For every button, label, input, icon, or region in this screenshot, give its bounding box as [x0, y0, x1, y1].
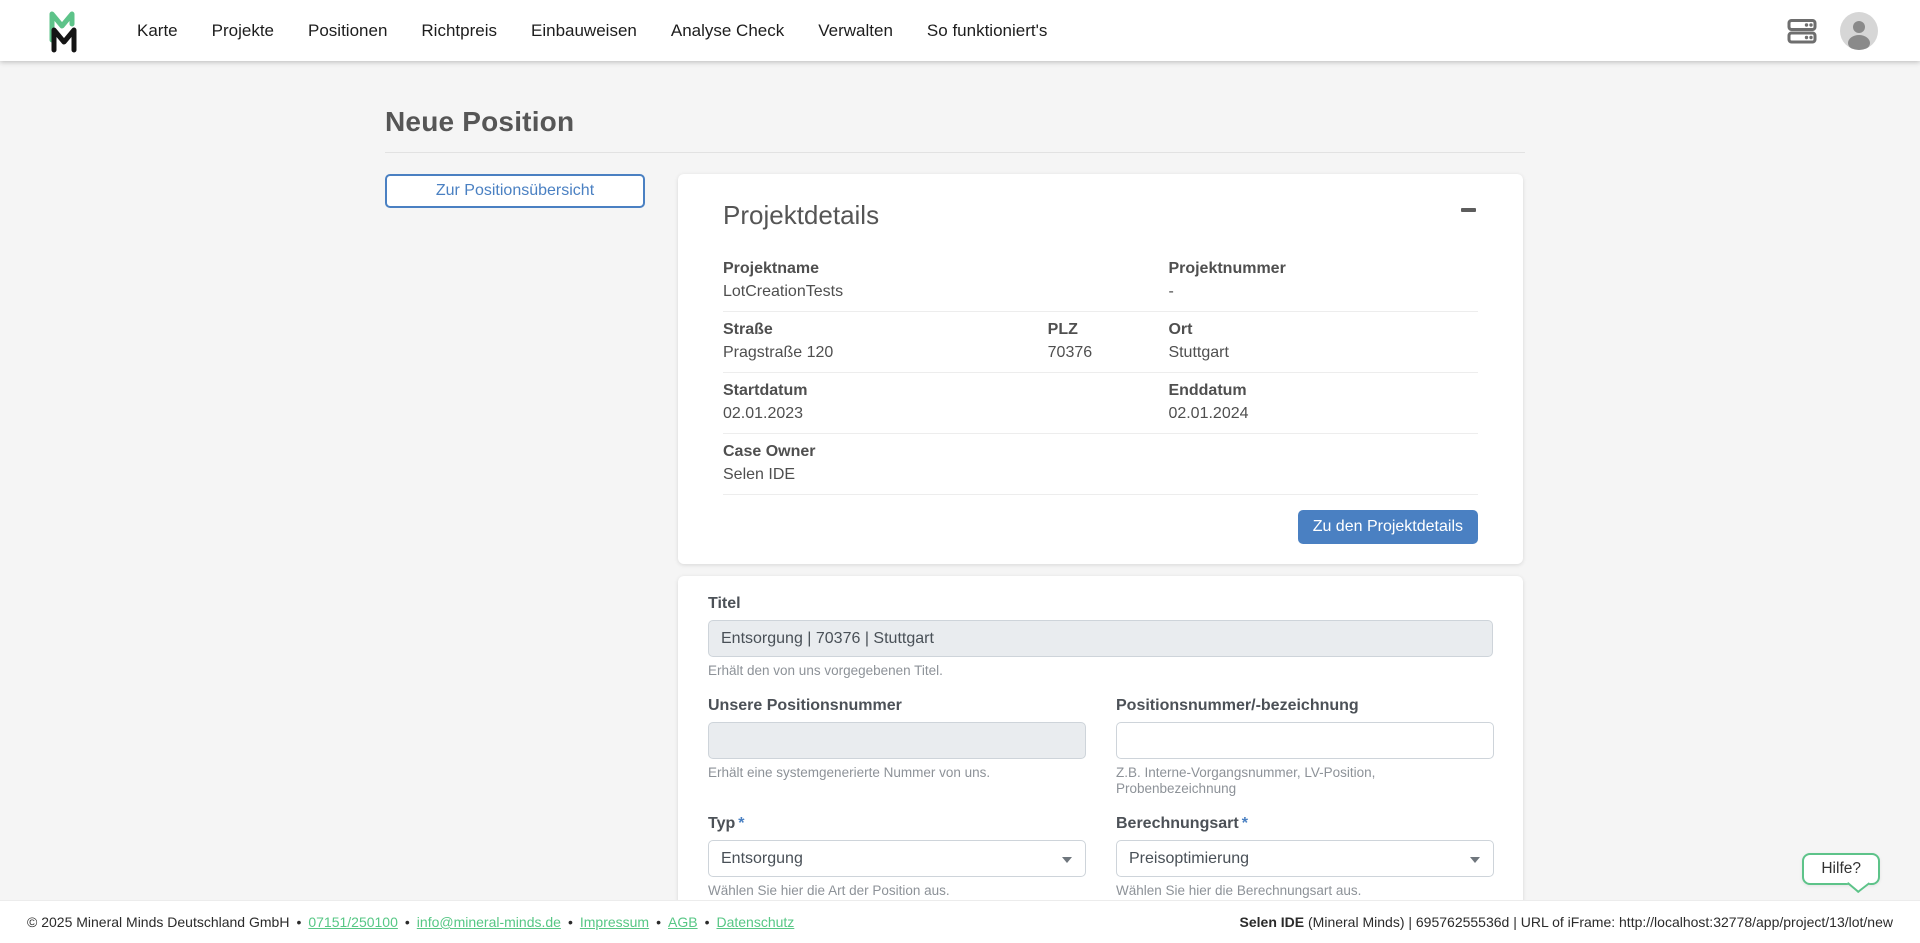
our-position-number-help-text: Erhält eine systemgenerierte Nummer von …	[708, 765, 1086, 781]
nav-item-analyse-check[interactable]: Analyse Check	[654, 15, 801, 47]
table-row: Projektname LotCreationTests Projektnumm…	[723, 251, 1478, 312]
required-asterisk: *	[1242, 815, 1248, 832]
titel-label: Titel	[708, 594, 1493, 614]
table-row: Startdatum 02.01.2023 Enddatum 02.01.202…	[723, 373, 1478, 434]
typ-group: Typ* Entsorgung Wählen Sie hier die Art …	[708, 814, 1086, 899]
table-row: Case Owner Selen IDE	[723, 434, 1478, 495]
footer-company-info: © 2025 Mineral Minds Deutschland GmbH071…	[27, 914, 794, 930]
nav-item-so-funktionierts[interactable]: So funktioniert's	[910, 15, 1064, 47]
nav-item-positionen[interactable]: Positionen	[291, 15, 404, 47]
projektname-label: Projektname	[723, 259, 1168, 279]
enddatum-label: Enddatum	[1168, 381, 1478, 401]
footer-email-link[interactable]: info@mineral-minds.de	[398, 914, 561, 930]
mineral-minds-logo-icon[interactable]	[38, 8, 84, 54]
our-position-number-input	[708, 722, 1086, 759]
footer-session-info: Selen IDE (Mineral Minds) | 69576255536d…	[1240, 914, 1893, 930]
nav-item-richtpreis[interactable]: Richtpreis	[404, 15, 514, 47]
main-nav: Karte Projekte Positionen Richtpreis Ein…	[120, 15, 1064, 47]
titel-help-text: Erhält den von uns vorgegebenen Titel.	[708, 663, 1493, 679]
nav-item-verwalten[interactable]: Verwalten	[801, 15, 910, 47]
copyright-text: © 2025 Mineral Minds Deutschland GmbH	[27, 914, 289, 930]
footer-agb-link[interactable]: AGB	[649, 914, 697, 930]
to-project-details-button[interactable]: Zu den Projektdetails	[1298, 510, 1478, 544]
plz-label: PLZ	[1048, 320, 1169, 340]
berechnungsart-group: Berechnungsart* Preisoptimierung Wählen …	[1116, 814, 1494, 899]
session-user: Selen IDE	[1240, 914, 1305, 930]
navbar-actions	[1786, 12, 1878, 50]
position-number-label: Positionsnummer/-bezeichnung	[1116, 696, 1494, 716]
nav-item-einbauweisen[interactable]: Einbauweisen	[514, 15, 654, 47]
project-details-table: Projektname LotCreationTests Projektnumm…	[723, 251, 1478, 495]
enddatum-value: 02.01.2024	[1168, 404, 1478, 424]
user-avatar-icon[interactable]	[1840, 12, 1878, 50]
help-button[interactable]: Hilfe?	[1802, 853, 1880, 885]
typ-select-value: Entsorgung	[721, 850, 803, 867]
berechnungsart-label: Berechnungsart*	[1116, 814, 1494, 834]
footer-datenschutz-link[interactable]: Datenschutz	[698, 914, 795, 930]
project-card-title: Projektdetails	[723, 200, 879, 231]
projektnummer-value: -	[1168, 282, 1478, 302]
footer-impressum-link[interactable]: Impressum	[561, 914, 649, 930]
project-details-card: Projektdetails Projektname LotCreationTe…	[678, 174, 1523, 564]
footer: © 2025 Mineral Minds Deutschland GmbH071…	[0, 900, 1920, 943]
table-row: Straße Pragstraße 120 PLZ 70376 Ort Stut…	[723, 312, 1478, 373]
side-column: Zur Positionsübersicht	[385, 174, 645, 208]
position-number-group: Positionsnummer/-bezeichnung Z.B. Intern…	[1116, 696, 1494, 797]
projektname-value: LotCreationTests	[723, 282, 1168, 302]
projektnummer-label: Projektnummer	[1168, 259, 1478, 279]
startdatum-value: 02.01.2023	[723, 404, 1168, 424]
titel-group: Titel Erhält den von uns vorgegebenen Ti…	[708, 594, 1493, 679]
ort-label: Ort	[1168, 320, 1478, 340]
ort-value: Stuttgart	[1168, 343, 1478, 363]
berechnungsart-select-value: Preisoptimierung	[1129, 850, 1249, 867]
cards-column: Projektdetails Projektname LotCreationTe…	[678, 174, 1523, 943]
berechnungsart-help-text: Wählen Sie hier die Berechnungsart aus.	[1116, 883, 1494, 899]
page-title: Neue Position	[385, 106, 1525, 138]
top-navbar: Karte Projekte Positionen Richtpreis Ein…	[0, 0, 1920, 61]
plz-value: 70376	[1048, 343, 1169, 363]
case-owner-value: Selen IDE	[723, 465, 1168, 485]
position-number-help-text: Z.B. Interne-Vorgangsnummer, LV-Position…	[1116, 765, 1494, 797]
our-position-number-group: Unsere Positionsnummer Erhält eine syste…	[708, 696, 1086, 797]
required-asterisk: *	[738, 815, 744, 832]
position-overview-button[interactable]: Zur Positionsübersicht	[385, 174, 645, 208]
berechnungsart-select[interactable]: Preisoptimierung	[1116, 840, 1494, 877]
footer-phone-link[interactable]: 07151/250100	[289, 914, 397, 930]
nav-item-projekte[interactable]: Projekte	[195, 15, 291, 47]
minus-icon	[1461, 208, 1476, 212]
typ-label: Typ*	[708, 814, 1086, 834]
collapse-card-button[interactable]	[1459, 200, 1478, 220]
session-details: (Mineral Minds) | 69576255536d | URL of …	[1304, 914, 1893, 930]
startdatum-label: Startdatum	[723, 381, 1168, 401]
our-position-number-label: Unsere Positionsnummer	[708, 696, 1086, 716]
chevron-down-icon	[1062, 857, 1072, 863]
typ-help-text: Wählen Sie hier die Art der Position aus…	[708, 883, 1086, 899]
case-owner-label: Case Owner	[723, 442, 1168, 462]
main-content: Neue Position Zur Positionsübersicht Pro…	[0, 61, 1525, 943]
strasse-label: Straße	[723, 320, 1048, 340]
typ-select[interactable]: Entsorgung	[708, 840, 1086, 877]
title-divider	[385, 152, 1525, 153]
new-position-form-card: Titel Erhält den von uns vorgegebenen Ti…	[678, 576, 1523, 943]
titel-input	[708, 620, 1493, 657]
strasse-value: Pragstraße 120	[723, 343, 1048, 363]
server-icon[interactable]	[1786, 15, 1818, 47]
position-number-input[interactable]	[1116, 722, 1494, 759]
nav-item-karte[interactable]: Karte	[120, 15, 195, 47]
chevron-down-icon	[1470, 857, 1480, 863]
